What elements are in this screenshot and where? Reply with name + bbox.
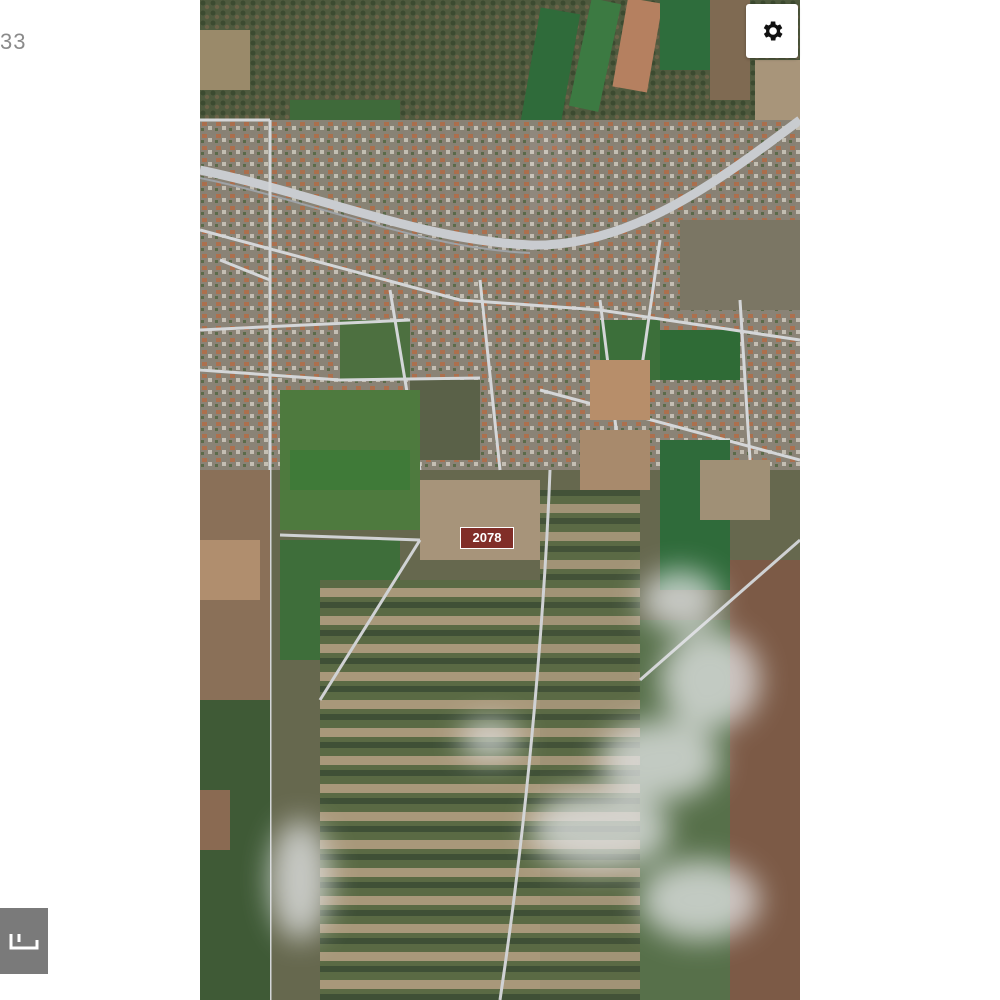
page-number-fragment: 33 (0, 29, 27, 54)
parcel-number-label[interactable]: 2078 (460, 527, 514, 549)
map-logo-button[interactable] (0, 908, 48, 974)
satellite-map[interactable] (200, 0, 800, 1000)
map-logo-icon (9, 934, 39, 950)
satellite-imagery (200, 0, 800, 1000)
settings-button[interactable] (746, 4, 798, 58)
gear-icon (763, 21, 783, 41)
